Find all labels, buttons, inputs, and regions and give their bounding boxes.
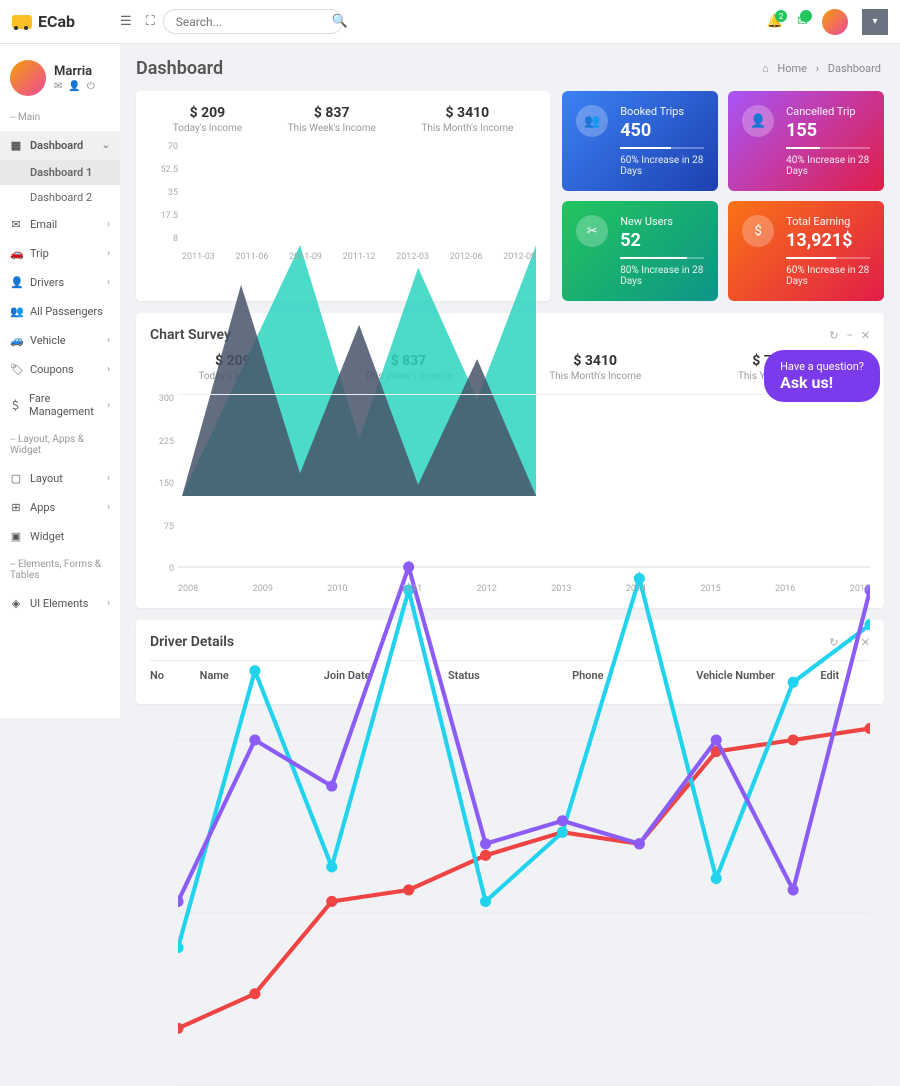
mail-icon[interactable]: ✉ <box>797 14 808 29</box>
search-icon[interactable]: 🔍 <box>332 14 348 29</box>
nav-dashboard-1[interactable]: Dashboard 1 <box>0 160 120 185</box>
nav-ui[interactable]: ◈UI Elements› <box>0 589 120 618</box>
search-box[interactable]: 🔍 <box>163 9 343 34</box>
crumb-home[interactable]: Home <box>777 62 807 75</box>
refresh-icon[interactable]: ↻ <box>829 329 838 342</box>
cancelled-icon: 👤 <box>742 105 774 137</box>
nav-apps[interactable]: ⊞Apps› <box>0 493 120 522</box>
mail-icon[interactable]: ✉ <box>54 81 62 92</box>
nav-vehicle[interactable]: 🚙Vehicle› <box>0 326 120 355</box>
user-quick-icons: ✉ 👤 ⏻ <box>54 81 95 92</box>
stat-users[interactable]: ✂ New Users5280% Increase in 28 Days <box>562 201 718 301</box>
user-name: Marria <box>54 64 95 79</box>
chevron-right-icon: › <box>107 219 110 230</box>
line-chart: 300225150750 200820092010201120122013201… <box>150 394 870 594</box>
fullscreen-icon[interactable]: ⛶ <box>146 14 155 29</box>
nav-drivers[interactable]: 👤Drivers› <box>0 268 120 297</box>
nav-widget[interactable]: ▣Widget <box>0 522 120 551</box>
minimize-icon[interactable]: − <box>846 329 852 342</box>
stat-earning[interactable]: $ Total Earning13,921$60% Increase in 28… <box>728 201 884 301</box>
dashboard-icon: ▦ <box>10 139 22 152</box>
chevron-down-icon: ⌄ <box>102 140 110 151</box>
bell-icon[interactable]: 🔔2 <box>767 14 783 29</box>
nav-passengers[interactable]: 👥All Passengers <box>0 297 120 326</box>
brand-logo[interactable]: ECab <box>12 12 120 31</box>
menu-icon[interactable]: ☰ <box>120 14 132 29</box>
income-card: $ 209Today's Income $ 837This Week's Inc… <box>136 91 550 301</box>
notif-badge: 2 <box>775 10 787 22</box>
apps-icon: ⊞ <box>10 501 22 514</box>
nav-email[interactable]: ✉Email› <box>0 210 120 239</box>
area-chart: 7052.53517.58 2011-032011-062011-092011-… <box>150 142 536 262</box>
week-income-val: $ 837 <box>288 105 376 121</box>
car-icon: 🚗 <box>10 247 22 260</box>
fare-icon: ＄ <box>10 397 21 413</box>
chevron-right-icon: › <box>107 502 110 513</box>
vehicle-icon: 🚙 <box>10 334 22 347</box>
earning-icon: $ <box>742 215 774 247</box>
nav-section-layout: -- Layout, Apps & Widget <box>0 426 120 464</box>
search-input[interactable] <box>176 15 332 29</box>
today-income-val: $ 209 <box>173 105 242 121</box>
topbar-right: 🔔2 ✉ ▾ <box>767 9 888 35</box>
email-icon: ✉ <box>10 218 22 231</box>
ui-icon: ◈ <box>10 597 22 610</box>
home-icon: ⌂ <box>762 62 769 75</box>
nav-coupons[interactable]: 🏷Coupons› <box>0 355 120 384</box>
topbar-controls: ☰ ⛶ <box>120 14 155 29</box>
nav-fare[interactable]: ＄Fare Management› <box>0 384 120 426</box>
close-icon[interactable]: ✕ <box>861 329 870 342</box>
chevron-right-icon: › <box>107 248 110 259</box>
month-income-val: $ 3410 <box>421 105 513 121</box>
sidebar: Marria ✉ 👤 ⏻ -- Main ▦Dashboard⌄ Dashboa… <box>0 44 120 718</box>
chat-bubble[interactable]: Have a question? Ask us! <box>764 350 880 402</box>
cab-icon <box>12 15 32 29</box>
stat-cancelled[interactable]: 👤 Cancelled Trip15540% Increase in 28 Da… <box>728 91 884 191</box>
power-icon[interactable]: ⏻ <box>87 81 95 92</box>
person-icon[interactable]: 👤 <box>68 81 80 92</box>
topbar: ECab ☰ ⛶ 🔍 🔔2 ✉ ▾ <box>0 0 900 44</box>
stat-cards: 👥 Booked Trips45060% Increase in 28 Days… <box>562 91 884 301</box>
layout-icon: ▢ <box>10 472 22 485</box>
nav-dashboard-2[interactable]: Dashboard 2 <box>0 185 120 210</box>
widget-icon: ▣ <box>10 530 22 543</box>
user-block: Marria ✉ 👤 ⏻ <box>0 52 120 104</box>
user-avatar[interactable] <box>10 60 46 96</box>
page-title: Dashboard <box>136 58 223 79</box>
mail-badge <box>800 10 812 22</box>
brand-text: ECab <box>38 12 75 31</box>
breadcrumb: ⌂ Home › Dashboard <box>759 62 884 75</box>
booked-icon: 👥 <box>576 105 608 137</box>
nav-layout[interactable]: ▢Layout› <box>0 464 120 493</box>
chevron-right-icon: › <box>107 473 110 484</box>
chevron-right-icon: › <box>107 335 110 346</box>
driver-icon: 👤 <box>10 276 22 289</box>
avatar[interactable] <box>822 9 848 35</box>
chevron-right-icon: › <box>107 400 110 411</box>
nav-section-main: -- Main <box>0 104 120 131</box>
chevron-right-icon: › <box>107 277 110 288</box>
coupons-icon: 🏷 <box>10 363 22 376</box>
nav-dashboard[interactable]: ▦Dashboard⌄ <box>0 131 120 160</box>
nav-section-elements: -- Elements, Forms & Tables <box>0 551 120 589</box>
passengers-icon: 👥 <box>10 305 22 318</box>
user-dropdown[interactable]: ▾ <box>862 9 888 35</box>
users-icon: ✂ <box>576 215 608 247</box>
crumb-current: Dashboard <box>828 62 881 75</box>
nav-trip[interactable]: 🚗Trip› <box>0 239 120 268</box>
stat-booked[interactable]: 👥 Booked Trips45060% Increase in 28 Days <box>562 91 718 191</box>
chevron-right-icon: › <box>107 364 110 375</box>
